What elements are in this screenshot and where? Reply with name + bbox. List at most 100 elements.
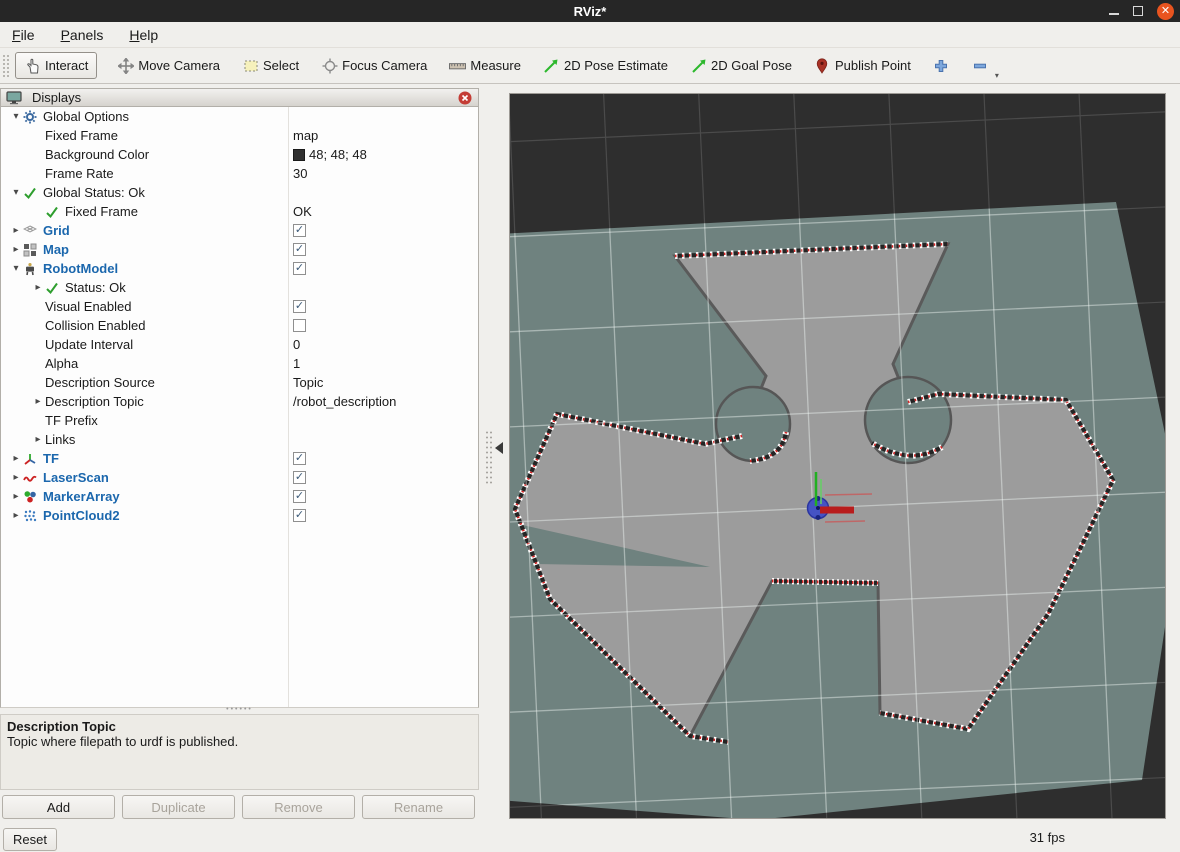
toolbar-drag-handle[interactable] [2,54,11,78]
checkbox-unchecked[interactable] [293,319,306,332]
checkbox-checked[interactable]: ✓ [293,262,306,275]
panel-close-icon[interactable] [458,91,473,106]
property-value[interactable]: OK [293,202,312,221]
checkbox-checked[interactable]: ✓ [293,509,306,522]
expand-right-icon[interactable]: ▸ [9,244,23,255]
property-label: Visual Enabled [45,299,132,314]
render-viewport[interactable] [510,94,1165,818]
tree-row-laserscan[interactable]: ▸ LaserScan ✓ [1,468,478,487]
expand-right-icon[interactable]: ▸ [9,472,23,483]
tree-row-fixed-frame[interactable]: Fixed FrameOK [1,202,478,221]
property-value[interactable]: ✓ [293,487,306,506]
splitter-grip[interactable] [485,430,492,486]
tree-row-update-interval[interactable]: Update Interval0 [1,335,478,354]
tree-row-links[interactable]: ▸Links [1,430,478,449]
tool-select[interactable]: Select [234,53,307,78]
dropdown-caret-icon[interactable]: ▾ [995,71,999,80]
checkbox-checked[interactable]: ✓ [293,243,306,256]
tree-row-robotmodel[interactable]: ▾RobotModel✓ [1,259,478,278]
menu-help[interactable]: Help [129,27,158,43]
check-icon [45,281,65,295]
tool-2d-goal-pose[interactable]: 2D Goal Pose [682,53,800,78]
property-value[interactable] [293,316,306,335]
expand-down-icon[interactable]: ▾ [9,111,23,122]
property-value[interactable]: ✓ [293,240,306,259]
add-button[interactable]: Add [2,795,115,819]
checkbox-checked[interactable]: ✓ [293,490,306,503]
tool-label: Publish Point [835,58,911,73]
menu-panels[interactable]: Panels [61,27,104,43]
remove-button[interactable]: Remove [242,795,355,819]
expand-down-icon[interactable]: ▾ [9,187,23,198]
tree-row-status-ok[interactable]: ▸Status: Ok [1,278,478,297]
property-label: Global Options [43,109,129,124]
property-value[interactable]: 0 [293,335,300,354]
expand-right-icon[interactable]: ▸ [9,453,23,464]
property-value[interactable]: ✓ [293,221,306,240]
tool-publish-point[interactable]: Publish Point [806,53,919,78]
tree-row-alpha[interactable]: Alpha1 [1,354,478,373]
tool-focus-camera[interactable]: Focus Camera [313,53,435,78]
close-icon[interactable]: ✕ [1157,3,1174,20]
tree-row-frame-rate[interactable]: Frame Rate30 [1,164,478,183]
tool-2d-pose-estimate[interactable]: 2D Pose Estimate [535,53,676,78]
panel-splitter[interactable] [479,88,510,818]
expand-down-icon[interactable]: ▾ [9,263,23,274]
checkbox-checked[interactable]: ✓ [293,300,306,313]
tool-move-camera[interactable]: Move Camera [109,53,228,78]
tree-row-global-options[interactable]: ▾ Global Options [1,107,478,126]
tree-row-tf[interactable]: ▸ TF ✓ [1,449,478,468]
tree-row-tf-prefix[interactable]: TF Prefix [1,411,478,430]
focus-icon [321,57,338,74]
property-value[interactable]: ✓ [293,297,306,316]
menu-file[interactable]: File [12,27,35,43]
tree-row-visual-enabled[interactable]: Visual Enabled ✓ [1,297,478,316]
expand-right-icon[interactable]: ▸ [31,396,45,407]
property-value[interactable]: ✓ [293,468,306,487]
checkbox-checked[interactable]: ✓ [293,471,306,484]
expand-right-icon[interactable]: ▸ [31,282,45,293]
tree-row-pointcloud2[interactable]: ▸PointCloud2✓ [1,506,478,525]
tool-remove-tool[interactable]: ▾ [964,53,997,78]
tree-row-collision-enabled[interactable]: Collision Enabled [1,316,478,335]
tree-help-splitter[interactable]: •••••• [0,708,479,713]
property-value[interactable]: 1 [293,354,300,373]
tree-row-markerarray[interactable]: ▸MarkerArray✓ [1,487,478,506]
tree-row-background-color[interactable]: Background Color48; 48; 48 [1,145,478,164]
tool-measure[interactable]: Measure [441,53,529,78]
minimize-icon[interactable] [1109,13,1119,15]
tree-row-global-status-ok[interactable]: ▾Global Status: Ok [1,183,478,202]
property-value[interactable]: ✓ [293,449,306,468]
maximize-icon[interactable] [1133,6,1143,16]
duplicate-button[interactable]: Duplicate [122,795,235,819]
property-label: TF [43,451,59,466]
checkbox-checked[interactable]: ✓ [293,224,306,237]
rename-button[interactable]: Rename [362,795,475,819]
property-value[interactable]: 30 [293,164,307,183]
property-value[interactable]: 48; 48; 48 [293,145,367,164]
checkbox-checked[interactable]: ✓ [293,452,306,465]
expand-right-icon[interactable]: ▸ [9,225,23,236]
splitter-collapse-icon[interactable] [495,442,503,454]
property-value[interactable]: ✓ [293,506,306,525]
property-value[interactable]: map [293,126,318,145]
property-value[interactable]: /robot_description [293,392,396,411]
value-text: 30 [293,166,307,181]
expand-right-icon[interactable]: ▸ [9,491,23,502]
property-value[interactable]: Topic [293,373,323,392]
tree-row-map[interactable]: ▸Map✓ [1,240,478,259]
property-value[interactable]: ✓ [293,259,306,278]
property-label: Links [45,432,75,447]
property-label: LaserScan [43,470,109,485]
tree-row-fixed-frame[interactable]: Fixed Framemap [1,126,478,145]
tool-add-tool[interactable] [925,53,958,78]
tree-row-description-topic[interactable]: ▸Description Topic/robot_description [1,392,478,411]
expand-right-icon[interactable]: ▸ [9,510,23,521]
value-text: Topic [293,375,323,390]
tree-row-description-source[interactable]: Description SourceTopic [1,373,478,392]
tool-interact[interactable]: Interact [15,52,97,79]
tree-row-grid[interactable]: ▸Grid✓ [1,221,478,240]
reset-button[interactable]: Reset [3,828,57,851]
map-icon [23,243,43,257]
expand-right-icon[interactable]: ▸ [31,434,45,445]
